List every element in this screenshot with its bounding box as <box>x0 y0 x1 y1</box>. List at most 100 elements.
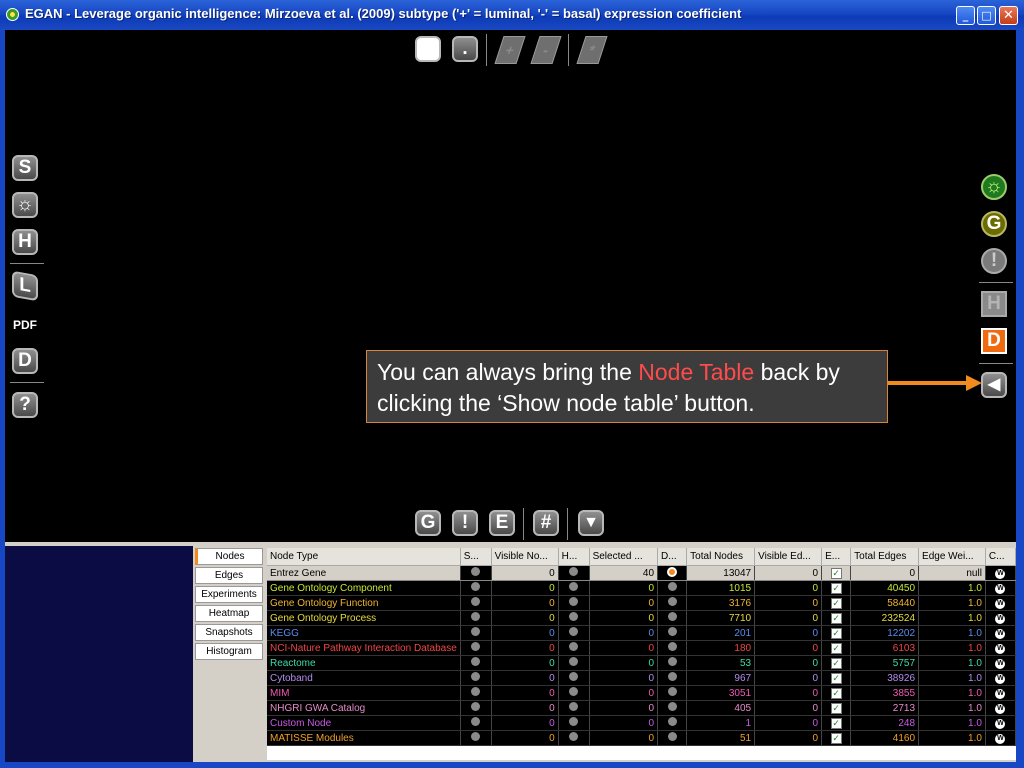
edge-checkbox-cell[interactable]: ✓ <box>821 580 852 596</box>
table-row[interactable]: NCI-Nature Pathway Interaction Database 0… <box>267 640 1016 656</box>
color-cell[interactable]: W <box>985 625 1016 641</box>
g-button[interactable]: G <box>981 211 1007 237</box>
star-button[interactable]: * <box>576 36 608 64</box>
table-row[interactable]: Entrez Gene 0 40 13047 0 ✓ 0 null W <box>267 565 1016 581</box>
show-toggle-cell[interactable] <box>460 685 492 701</box>
g-button[interactable]: G <box>415 510 441 536</box>
show-toggle-cell[interactable] <box>460 565 492 581</box>
display-toggle-cell[interactable] <box>657 580 688 596</box>
tab-heatmap[interactable]: Heatmap <box>195 605 263 622</box>
color-cell[interactable]: W <box>985 610 1016 626</box>
show-toggle-cell[interactable] <box>460 670 492 686</box>
checkbox-icon[interactable]: ✓ <box>830 687 842 699</box>
layout-gear-button[interactable]: ☼ <box>981 174 1007 200</box>
alert-button[interactable]: ! <box>452 510 478 536</box>
hide-toggle-cell[interactable] <box>558 580 590 596</box>
edge-checkbox-cell[interactable]: ✓ <box>821 670 852 686</box>
hide-toggle-cell[interactable] <box>558 565 590 581</box>
tab-experiments[interactable]: Experiments <box>195 586 263 603</box>
table-row[interactable]: Custom Node 0 0 1 0 ✓ 248 1.0 W <box>267 715 1016 731</box>
edge-checkbox-cell[interactable]: ✓ <box>821 625 852 641</box>
column-header[interactable]: D... <box>657 548 688 566</box>
tab-nodes[interactable]: Nodes <box>195 548 263 565</box>
display-toggle-cell[interactable] <box>657 730 688 746</box>
checkbox-icon[interactable]: ✓ <box>830 582 842 594</box>
color-cell[interactable]: W <box>985 700 1016 716</box>
column-header[interactable]: Selected ... <box>589 548 659 566</box>
s-button[interactable]: S <box>12 155 38 181</box>
checkbox-icon[interactable]: ✓ <box>830 567 842 579</box>
tab-snapshots[interactable]: Snapshots <box>195 624 263 641</box>
table-row[interactable]: NHGRI GWA Catalog 0 0 405 0 ✓ 2713 1.0 W <box>267 700 1016 716</box>
column-header[interactable]: H... <box>558 548 590 566</box>
checkbox-icon[interactable]: ✓ <box>830 612 842 624</box>
checkbox-icon[interactable]: ✓ <box>830 657 842 669</box>
column-header[interactable]: Visible No... <box>491 548 559 566</box>
gear-button[interactable]: ☼ <box>12 192 38 218</box>
hide-toggle-cell[interactable] <box>558 625 590 641</box>
h-button[interactable]: H <box>981 291 1007 317</box>
color-button[interactable]: W <box>995 584 1006 594</box>
h-button[interactable]: H <box>12 229 38 255</box>
square-button[interactable]: ■ <box>415 36 441 62</box>
edge-checkbox-cell[interactable]: ✓ <box>821 610 852 626</box>
show-toggle-cell[interactable] <box>460 655 492 671</box>
color-button[interactable]: W <box>995 689 1006 699</box>
column-header[interactable]: Total Nodes <box>686 548 756 566</box>
hide-toggle-cell[interactable] <box>558 730 590 746</box>
edge-checkbox-cell[interactable]: ✓ <box>821 685 852 701</box>
hide-toggle-cell[interactable] <box>558 715 590 731</box>
column-header[interactable]: Total Edges <box>850 548 920 566</box>
checkbox-icon[interactable]: ✓ <box>830 702 842 714</box>
color-cell[interactable]: W <box>985 580 1016 596</box>
show-node-table-button[interactable]: ◀ <box>981 372 1007 398</box>
column-header[interactable]: Edge Wei... <box>918 548 986 566</box>
table-row[interactable]: KEGG 0 0 201 0 ✓ 12202 1.0 W <box>267 625 1016 641</box>
column-header[interactable]: Node Type <box>267 548 461 566</box>
display-toggle-cell[interactable] <box>657 610 688 626</box>
color-cell[interactable]: W <box>985 670 1016 686</box>
checkbox-icon[interactable]: ✓ <box>830 717 842 729</box>
title-bar[interactable]: EGAN - Leverage organic intelligence: Mi… <box>0 0 1024 30</box>
color-button[interactable]: W <box>995 569 1006 579</box>
edge-checkbox-cell[interactable]: ✓ <box>821 640 852 656</box>
show-toggle-cell[interactable] <box>460 730 492 746</box>
d-button[interactable]: D <box>981 328 1007 354</box>
checkbox-icon[interactable]: ✓ <box>830 627 842 639</box>
alert-button[interactable]: ! <box>981 248 1007 274</box>
hash-button[interactable]: # <box>533 510 559 536</box>
pdf-button[interactable]: PDF <box>10 313 40 337</box>
display-toggle-cell[interactable] <box>657 595 688 611</box>
display-toggle-cell[interactable] <box>657 715 688 731</box>
edge-checkbox-cell[interactable]: ✓ <box>821 700 852 716</box>
node-table[interactable]: Node Type S... Visible No... H... Select… <box>267 548 1016 760</box>
color-cell[interactable]: W <box>985 595 1016 611</box>
column-header[interactable]: S... <box>460 548 492 566</box>
table-row[interactable]: Cytoband 0 0 967 0 ✓ 38926 1.0 W <box>267 670 1016 686</box>
minimize-button[interactable]: _ <box>956 6 975 25</box>
table-row[interactable]: MATISSE Modules 0 0 51 0 ✓ 4160 1.0 W <box>267 730 1016 746</box>
checkbox-icon[interactable]: ✓ <box>830 732 842 744</box>
show-toggle-cell[interactable] <box>460 610 492 626</box>
table-row[interactable]: Gene Ontology Function 0 0 3176 0 ✓ 58440 1.0 W <box>267 595 1016 611</box>
l-button[interactable]: L <box>12 270 38 302</box>
display-toggle-cell[interactable] <box>657 685 688 701</box>
hide-toggle-cell[interactable] <box>558 700 590 716</box>
display-toggle-cell[interactable] <box>657 625 688 641</box>
color-button[interactable]: W <box>995 734 1006 744</box>
color-button[interactable]: W <box>995 644 1006 654</box>
column-header[interactable]: C... <box>985 548 1016 566</box>
display-toggle-cell[interactable] <box>657 670 688 686</box>
hide-toggle-cell[interactable] <box>558 610 590 626</box>
color-cell[interactable]: W <box>985 655 1016 671</box>
color-button[interactable]: W <box>995 614 1006 624</box>
tab-edges[interactable]: Edges <box>195 567 263 584</box>
minus-button[interactable]: - <box>530 36 562 64</box>
table-row[interactable]: Reactome 0 0 53 0 ✓ 5757 1.0 W <box>267 655 1016 671</box>
color-cell[interactable]: W <box>985 565 1016 581</box>
close-button[interactable]: ✕ <box>999 6 1018 25</box>
edge-checkbox-cell[interactable]: ✓ <box>821 595 852 611</box>
d-button[interactable]: D <box>12 348 38 374</box>
edge-checkbox-cell[interactable]: ✓ <box>821 715 852 731</box>
column-header[interactable]: E... <box>821 548 852 566</box>
